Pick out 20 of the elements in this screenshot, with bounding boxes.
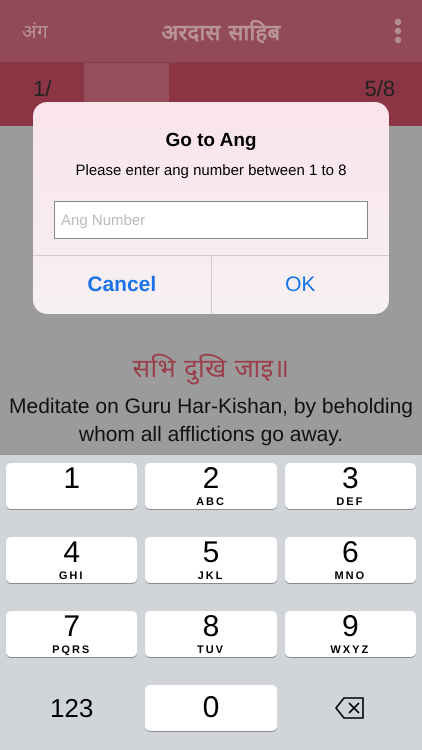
backspace-icon bbox=[335, 697, 366, 719]
digit-key[interactable]: 9 WXYZ bbox=[284, 611, 416, 657]
verse-text: सभि दुखि जाइ॥ bbox=[132, 352, 290, 385]
digit-key[interactable]: 5 JKL bbox=[145, 537, 277, 583]
ok-button[interactable]: OK bbox=[210, 256, 389, 314]
dialog-title: Go to Ang bbox=[164, 130, 258, 152]
digit-key[interactable]: 7 PQRS bbox=[6, 611, 138, 657]
app-title: अरदास साहिब bbox=[162, 18, 280, 46]
cancel-button[interactable]: Cancel bbox=[33, 256, 210, 314]
digit-key[interactable]: 2 ABC bbox=[145, 463, 277, 509]
digit-key[interactable]: 3 DEF bbox=[284, 463, 416, 509]
digit-key[interactable]: 0 bbox=[145, 685, 277, 731]
digit-key[interactable]: 8 TUV bbox=[145, 611, 277, 657]
digit-key[interactable]: 1 bbox=[6, 463, 138, 509]
ang-number-field[interactable]: Ang Number bbox=[54, 201, 368, 239]
digit-key[interactable]: 6 MNO bbox=[284, 537, 416, 583]
mode-key[interactable]: 123 bbox=[6, 685, 138, 731]
dialog-message: Please enter ang number between 1 to 8 bbox=[74, 161, 348, 181]
translation-text: Meditate on Guru Har-Kishan, by beholding whom all afflictions go away. bbox=[8, 394, 414, 448]
digit-key[interactable]: 4 GHI bbox=[6, 537, 138, 583]
